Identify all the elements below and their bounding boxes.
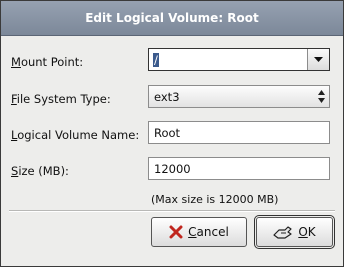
logical-volume-name-input[interactable]: Root [148,121,330,144]
mount-point-label: Mount Point: [11,55,84,69]
cancel-button[interactable]: Cancel [151,217,247,247]
file-system-type-value: ext3 [154,89,180,104]
size-input[interactable]: 12000 [148,157,330,180]
file-system-type-label: File System Type: [11,92,111,106]
separator [9,210,335,212]
cancel-label: Cancel [188,225,229,239]
mount-point-input[interactable]: / [149,49,308,70]
dialog-title: Edit Logical Volume: Root [1,1,343,36]
chevron-down-icon [314,56,323,62]
mount-point-dropdown-button[interactable] [308,49,329,70]
cancel-x-icon [169,225,183,239]
up-down-arrows-icon [317,88,325,105]
file-system-type-select[interactable]: ext3 [148,85,330,108]
size-label: Size (MB): [11,164,69,178]
max-size-hint: (Max size is 12000 MB) [151,193,279,206]
mount-point-combo[interactable]: / [148,48,330,71]
edit-logical-volume-dialog: Edit Logical Volume: Root Mount Point: /… [0,0,344,267]
ok-button[interactable]: OK [254,215,335,249]
ok-hand-icon [273,224,293,240]
logical-volume-name-label: Logical Volume Name: [11,128,140,142]
ok-label: OK [298,225,316,239]
